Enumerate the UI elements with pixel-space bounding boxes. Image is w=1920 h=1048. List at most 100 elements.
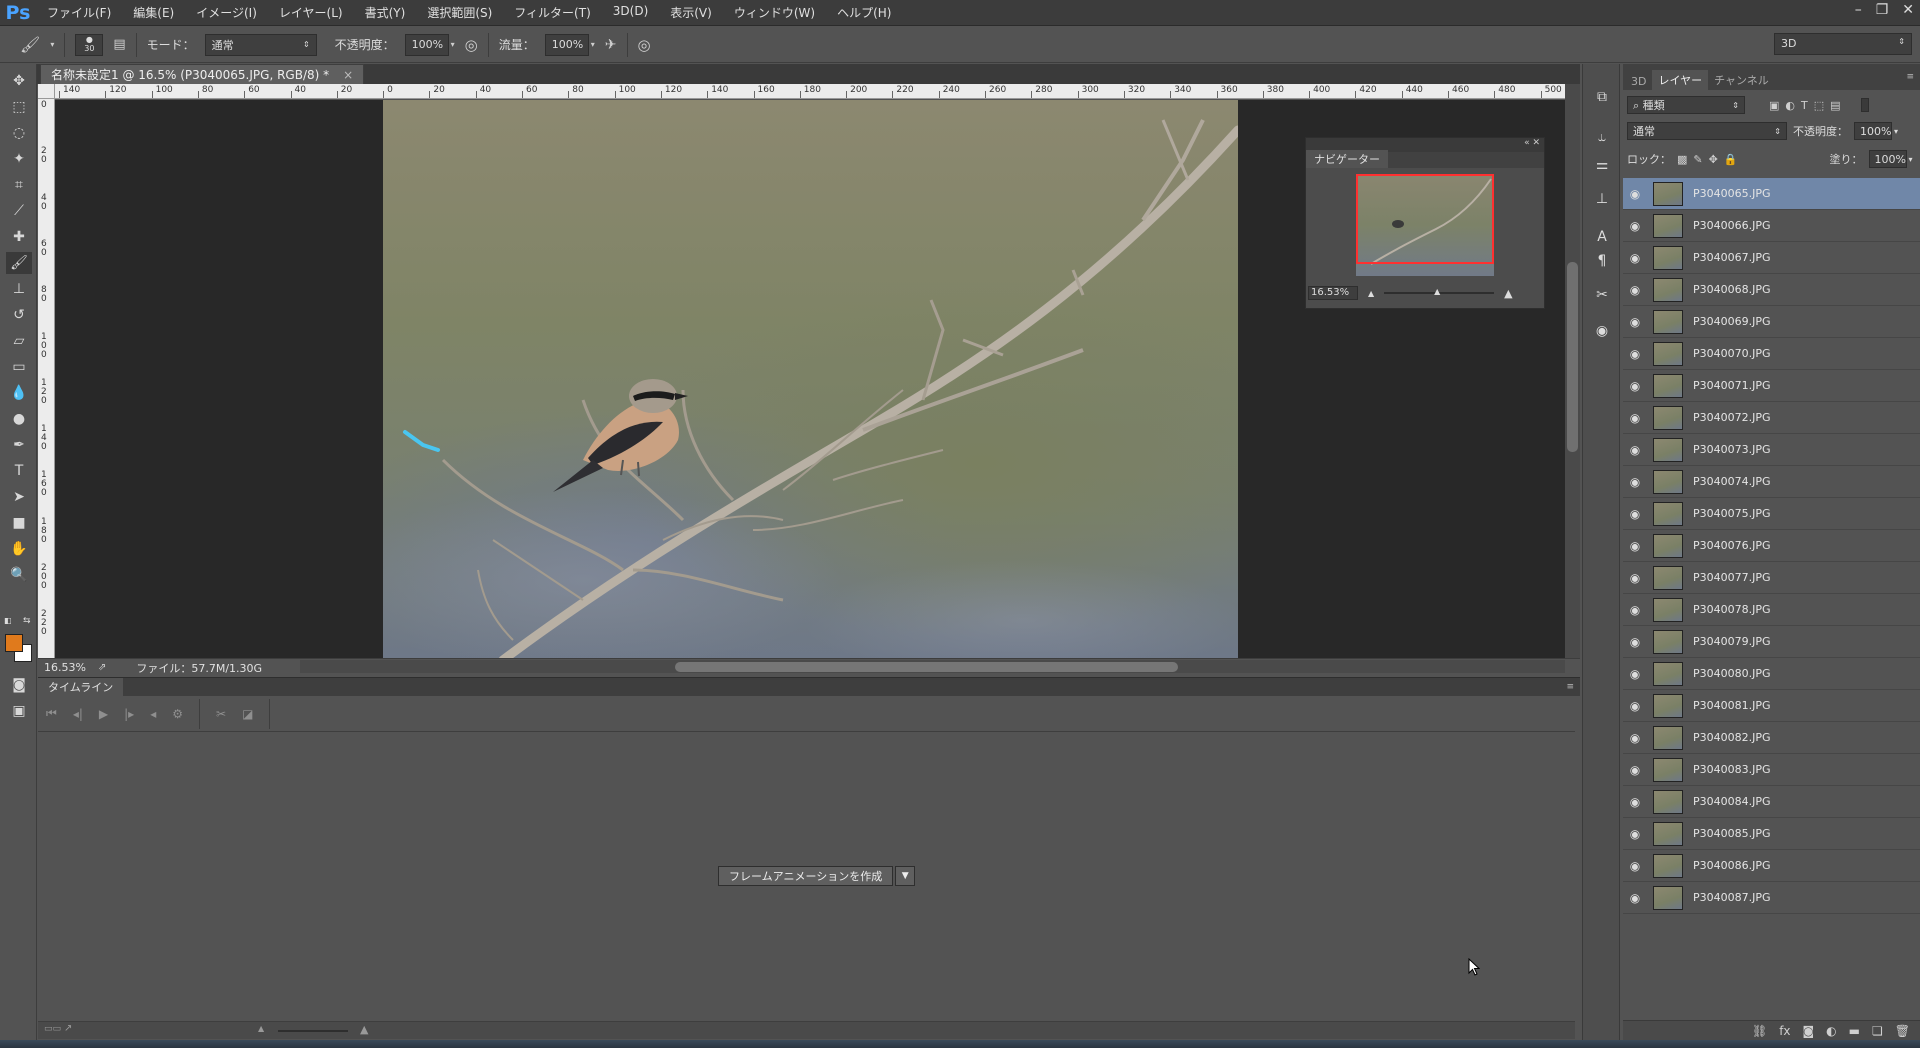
history-brush-tool-icon[interactable]: ↺ <box>6 304 32 326</box>
layer-row[interactable]: ◉ P3040077.JPG <box>1623 562 1920 594</box>
layer-row[interactable]: ◉ P3040083.JPG <box>1623 754 1920 786</box>
menu-item[interactable]: 選択範囲(S) <box>416 4 503 21</box>
settings-gear-icon[interactable]: ⚙ <box>172 707 183 721</box>
panel-menu-icon[interactable]: ≡ <box>1566 682 1574 692</box>
delete-layer-icon[interactable]: 🗑 <box>1895 1024 1910 1038</box>
visibility-eye-icon[interactable]: ◉ <box>1623 315 1647 329</box>
crop-tool-icon[interactable]: ⌗ <box>6 174 32 196</box>
layer-row[interactable]: ◉ P3040086.JPG <box>1623 850 1920 882</box>
paragraph-panel-icon[interactable]: ¶ <box>1591 250 1613 272</box>
blur-tool-icon[interactable]: 💧 <box>6 382 32 404</box>
healing-brush-tool-icon[interactable]: ✚ <box>6 226 32 248</box>
pressure-size-icon[interactable]: ◎ <box>638 36 651 54</box>
pressure-opacity-icon[interactable]: ◎ <box>465 36 478 54</box>
rectangle-tool-icon[interactable]: ■ <box>6 512 32 534</box>
visibility-eye-icon[interactable]: ◉ <box>1623 379 1647 393</box>
layer-row[interactable]: ◉ P3040074.JPG <box>1623 466 1920 498</box>
layer-row[interactable]: ◉ P3040078.JPG <box>1623 594 1920 626</box>
chevron-down-icon[interactable]: ▼ <box>895 866 916 886</box>
brush-size-picker[interactable]: ● 30 <box>75 33 104 56</box>
lock-all-icon[interactable]: 🔒 <box>1724 153 1738 166</box>
layer-row[interactable]: ◉ P3040084.JPG <box>1623 786 1920 818</box>
frame-mode-icon[interactable]: ▭▭ <box>44 1024 61 1034</box>
layer-row[interactable]: ◉ P3040087.JPG <box>1623 882 1920 914</box>
visibility-eye-icon[interactable]: ◉ <box>1623 827 1647 841</box>
layer-row[interactable]: ◉ P3040073.JPG <box>1623 434 1920 466</box>
chevron-down-icon[interactable]: ▾ <box>1894 127 1898 136</box>
quick-mask-icon[interactable]: ◙ <box>6 674 32 696</box>
visibility-eye-icon[interactable]: ◉ <box>1623 763 1647 777</box>
visibility-eye-icon[interactable]: ◉ <box>1623 251 1647 265</box>
chevron-down-icon[interactable]: ▾ <box>1909 155 1913 164</box>
tab-layers[interactable]: レイヤー <box>1652 70 1709 90</box>
filter-shape-icon[interactable]: ⬚ <box>1814 99 1824 112</box>
visibility-eye-icon[interactable]: ◉ <box>1623 859 1647 873</box>
restore-button[interactable]: ❐ <box>1876 2 1889 18</box>
chevron-down-icon[interactable]: ▾ <box>50 40 54 49</box>
opacity-dropdown-icon[interactable]: ▾ <box>451 40 455 49</box>
default-colors-icon[interactable]: ◧ <box>4 616 12 625</box>
horizontal-scroll-thumb[interactable] <box>675 662 1178 672</box>
menu-item[interactable]: 編集(E) <box>122 4 185 21</box>
marquee-tool-icon[interactable]: ⬚ <box>6 96 32 118</box>
filter-type-icon[interactable]: T <box>1801 99 1808 112</box>
visibility-eye-icon[interactable]: ◉ <box>1623 443 1647 457</box>
layer-row[interactable]: ◉ P3040065.JPG <box>1623 178 1920 210</box>
adjustment-layer-icon[interactable]: ◐ <box>1826 1024 1836 1038</box>
flow-field[interactable]: 100% <box>544 33 589 56</box>
tab-3d[interactable]: 3D <box>1625 73 1652 90</box>
menu-item[interactable]: 3D(D) <box>602 4 659 21</box>
timeline-tab[interactable]: タイムライン <box>38 678 124 696</box>
layer-row[interactable]: ◉ P3040068.JPG <box>1623 274 1920 306</box>
pen-tool-icon[interactable]: ✒ <box>6 434 32 456</box>
visibility-eye-icon[interactable]: ◉ <box>1623 219 1647 233</box>
play-icon[interactable]: ▶ <box>99 707 108 721</box>
clone-stamp-tool-icon[interactable]: ⊥ <box>6 278 32 300</box>
menu-item[interactable]: ファイル(F) <box>36 4 122 21</box>
mode-select[interactable]: 通常 ⇕ <box>204 33 317 56</box>
layer-row[interactable]: ◉ P3040085.JPG <box>1623 818 1920 850</box>
filter-pixel-icon[interactable]: ▣ <box>1769 99 1779 112</box>
layer-row[interactable]: ◉ P3040070.JPG <box>1623 338 1920 370</box>
filter-toggle[interactable] <box>1860 98 1869 112</box>
transition-icon[interactable]: ◪ <box>242 707 253 721</box>
document-image[interactable] <box>383 100 1238 658</box>
menu-item[interactable]: ウィンドウ(W) <box>723 4 826 21</box>
menu-item[interactable]: レイヤー(L) <box>268 4 354 21</box>
layer-row[interactable]: ◉ P3040081.JPG <box>1623 690 1920 722</box>
visibility-eye-icon[interactable]: ◉ <box>1623 571 1647 585</box>
visibility-eye-icon[interactable]: ◉ <box>1623 539 1647 553</box>
tab-channels[interactable]: チャンネル <box>1708 70 1775 90</box>
eraser-tool-icon[interactable]: ▱ <box>6 330 32 352</box>
visibility-eye-icon[interactable]: ◉ <box>1623 283 1647 297</box>
close-tab-icon[interactable]: × <box>343 68 353 82</box>
share-icon[interactable]: ⇗ <box>98 662 106 673</box>
visibility-eye-icon[interactable]: ◉ <box>1623 507 1647 521</box>
visibility-eye-icon[interactable]: ◉ <box>1623 347 1647 361</box>
zoom-in-icon[interactable]: ▲ <box>1504 287 1512 300</box>
document-tab[interactable]: 名称未設定1 @ 16.5% (P3040065.JPG, RGB/8) * × <box>40 64 365 84</box>
workspace-select[interactable]: 3D ⇕ <box>1774 33 1912 55</box>
3d-panel-icon[interactable]: ◉ <box>1591 320 1613 342</box>
layer-row[interactable]: ◉ P3040082.JPG <box>1623 722 1920 754</box>
convert-icon[interactable]: ↗ <box>64 1023 72 1034</box>
gradient-tool-icon[interactable]: ▭ <box>6 356 32 378</box>
visibility-eye-icon[interactable]: ◉ <box>1623 635 1647 649</box>
menu-item[interactable]: ヘルプ(H) <box>826 4 902 21</box>
brush-presets-icon[interactable]: ⥿ <box>1591 126 1613 148</box>
timeline-zoom-slider[interactable] <box>278 1030 348 1032</box>
fill-field[interactable]: 100% <box>1868 150 1907 168</box>
visibility-eye-icon[interactable]: ◉ <box>1623 475 1647 489</box>
vertical-ruler[interactable]: 0 20 40 60 80 100 120 140 160 180 200 220 <box>38 99 55 659</box>
flow-dropdown-icon[interactable]: ▾ <box>591 40 595 49</box>
zoom-large-mountain-icon[interactable]: ▲ <box>360 1023 368 1036</box>
zoom-readout[interactable]: 16.53% <box>44 661 86 674</box>
navigator-zoom-field[interactable]: 16.53% <box>1308 286 1358 300</box>
path-selection-tool-icon[interactable]: ➤ <box>6 486 32 508</box>
close-window-button[interactable]: ✕ <box>1902 2 1914 18</box>
layer-row[interactable]: ◉ P3040071.JPG <box>1623 370 1920 402</box>
minimize-button[interactable]: – <box>1855 2 1862 18</box>
airbrush-icon[interactable]: ✈ <box>605 37 617 53</box>
visibility-eye-icon[interactable]: ◉ <box>1623 603 1647 617</box>
lock-transparency-icon[interactable]: ▩ <box>1677 153 1687 166</box>
